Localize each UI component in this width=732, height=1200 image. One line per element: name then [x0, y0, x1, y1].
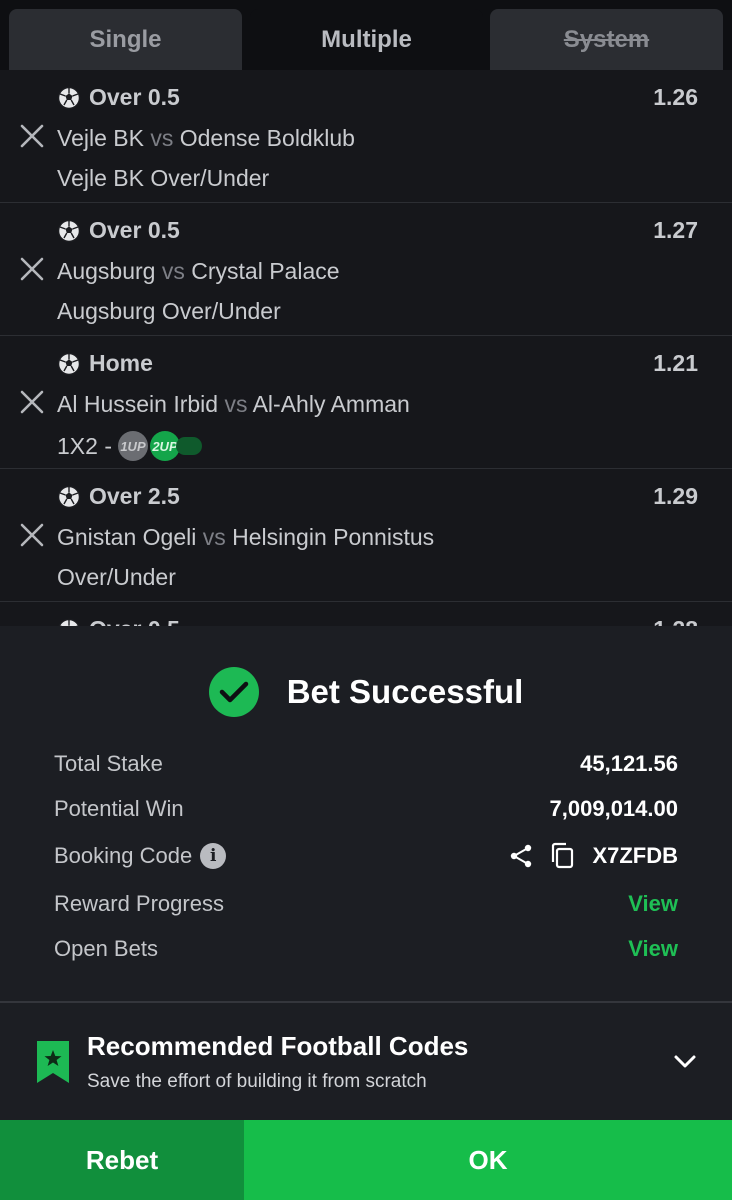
home-team: Vejle BK — [57, 125, 144, 151]
open-bets-view-link[interactable]: View — [628, 936, 678, 962]
bookmark-star-icon — [37, 1041, 69, 1083]
football-icon — [57, 219, 81, 242]
odds-value: 1.27 — [653, 217, 698, 243]
tab-multiple[interactable]: Multiple — [250, 9, 483, 70]
bet-selection: Over 0.5 1.28 — [0, 602, 732, 626]
open-bets-row: Open Bets View — [54, 931, 678, 967]
market-type: Over/Under — [57, 564, 176, 591]
home-team: Gnistan Ogeli — [57, 524, 197, 550]
share-icon[interactable] — [508, 843, 534, 869]
bet-selection: Over 0.5 1.26 Vejle BK vs Odense Boldklu… — [0, 70, 732, 203]
market-type-label: Over/Under — [57, 564, 176, 590]
close-icon[interactable] — [18, 521, 46, 549]
tab-system[interactable]: System — [490, 9, 723, 70]
booking-code-label: Booking Code — [54, 843, 193, 868]
recommended-codes-panel[interactable]: Recommended Football Codes Save the effo… — [0, 1003, 732, 1120]
copy-icon[interactable] — [550, 842, 576, 870]
bet-selection: Over 2.5 1.29 Gnistan Ogeli vs Helsingin… — [0, 469, 732, 602]
market-type-label: Augsburg Over/Under — [57, 298, 281, 324]
reward-progress-row: Reward Progress View — [54, 886, 678, 922]
match-teams: Augsburg vs Crystal Palace — [57, 258, 340, 285]
market-line: Over 0.5 — [57, 616, 180, 626]
recommended-subtitle: Save the effort of building it from scra… — [87, 1071, 427, 1092]
reward-progress-label: Reward Progress — [54, 891, 224, 916]
home-team: Augsburg — [57, 258, 156, 284]
away-team: Odense Boldklub — [179, 125, 355, 151]
tab-single[interactable]: Single — [9, 9, 242, 70]
bet-selection: Home 1.21 Al Hussein Irbid vs Al-Ahly Am… — [0, 336, 732, 469]
potential-win-value: 7,009,014.00 — [549, 796, 678, 821]
football-icon — [57, 352, 81, 375]
total-stake-value: 45,121.56 — [580, 751, 678, 776]
away-team: Al-Ahly Amman — [252, 391, 410, 417]
bet-selection: Over 0.5 1.27 Augsburg vs Crystal Palace… — [0, 203, 732, 336]
match-teams: Gnistan Ogeli vs Helsingin Ponnistus — [57, 524, 434, 551]
1up-badge-icon[interactable]: 1UP — [117, 431, 148, 461]
reward-progress-view-link[interactable]: View — [628, 891, 678, 917]
booking-code-row: Booking Code i X7ZFDB — [54, 838, 678, 874]
close-icon[interactable] — [18, 122, 46, 150]
booking-code-label-group: Booking Code i — [54, 843, 227, 869]
vs-label: vs — [161, 258, 185, 284]
close-icon[interactable] — [18, 388, 46, 416]
close-icon[interactable] — [18, 255, 46, 283]
success-title: Bet Successful — [286, 673, 524, 710]
match-teams: Al Hussein Irbid vs Al-Ahly Amman — [57, 391, 410, 418]
odds-value: 1.21 — [653, 350, 698, 376]
market-line: Over 2.5 — [57, 483, 180, 510]
info-icon[interactable]: i — [200, 843, 227, 869]
odds-value: 1.26 — [653, 84, 698, 110]
market-type-label: Vejle BK Over/Under — [57, 165, 270, 191]
market-name: Over 0.5 — [89, 217, 180, 243]
bet-success-sheet: Bet Successful Total Stake 45,121.56 Pot… — [0, 626, 732, 1200]
vs-label: vs — [224, 391, 248, 417]
market-name: Over 2.5 — [89, 483, 180, 509]
market-line: Home — [57, 350, 153, 377]
total-stake-label: Total Stake — [54, 751, 163, 776]
away-team: Helsingin Ponnistus — [232, 524, 435, 550]
recommended-title: Recommended Football Codes — [87, 1031, 469, 1061]
vs-label: vs — [150, 125, 174, 151]
ok-button[interactable]: OK — [244, 1120, 732, 1200]
total-stake-row: Total Stake 45,121.56 — [54, 746, 678, 782]
odds-value: 1.29 — [653, 483, 698, 509]
early-payout-toggle[interactable] — [175, 437, 202, 455]
potential-win-row: Potential Win 7,009,014.00 — [54, 791, 678, 827]
market-type: Vejle BK Over/Under — [57, 165, 269, 192]
success-header: Bet Successful — [0, 666, 732, 718]
home-team: Al Hussein Irbid — [57, 391, 219, 417]
football-icon — [57, 86, 81, 109]
market-line: Over 0.5 — [57, 84, 180, 111]
market-line: Over 0.5 — [57, 217, 180, 244]
bet-selection-list: Over 0.5 1.26 Vejle BK vs Odense Boldklu… — [0, 70, 732, 626]
bet-type-tabs: Single Multiple System — [0, 0, 732, 70]
vs-label: vs — [202, 524, 226, 550]
market-name: Over 0.5 — [89, 84, 180, 110]
away-team: Crystal Palace — [191, 258, 340, 284]
check-circle-icon — [208, 667, 259, 717]
match-teams: Vejle BK vs Odense Boldklub — [57, 125, 355, 152]
market-type-label: 1X2 - — [57, 432, 112, 459]
booking-code-value-group: X7ZFDB — [508, 842, 678, 870]
booking-code-value: X7ZFDB — [592, 843, 678, 868]
market-type: Augsburg Over/Under — [57, 298, 281, 325]
football-icon — [57, 485, 81, 508]
market-name: Over 0.5 — [89, 616, 180, 626]
market-type: 1X2 - 1UP 2UP — [57, 431, 202, 461]
action-bar: Rebet OK — [0, 1120, 732, 1200]
rebet-button[interactable]: Rebet — [0, 1120, 244, 1200]
chevron-down-icon[interactable] — [672, 1051, 698, 1071]
potential-win-label: Potential Win — [54, 796, 184, 821]
football-icon — [58, 618, 80, 626]
market-name: Home — [89, 350, 153, 376]
odds-value: 1.28 — [653, 616, 698, 626]
open-bets-label: Open Bets — [54, 936, 158, 961]
